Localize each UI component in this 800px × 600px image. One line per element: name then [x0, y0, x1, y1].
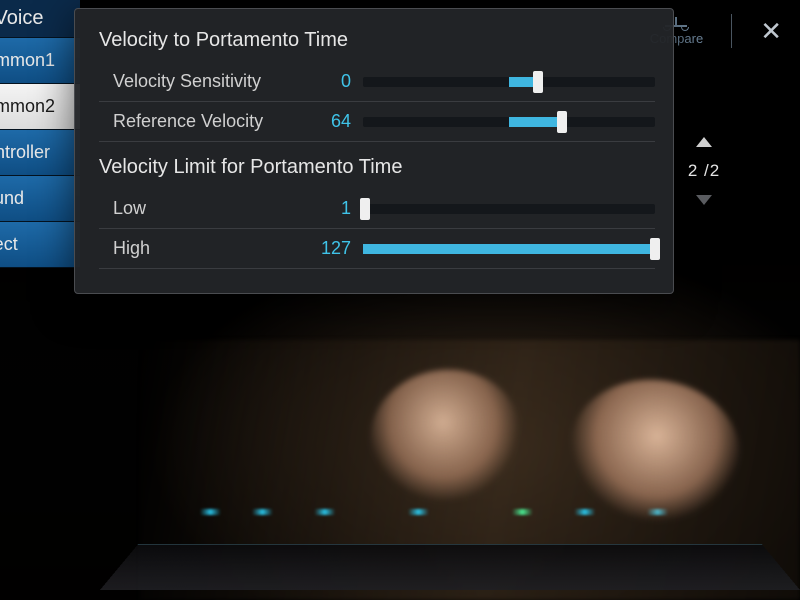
sidebar-item-label: Controller: [0, 142, 50, 163]
sidebar-item-effect[interactable]: Effect: [0, 222, 80, 268]
sidebar-header: Voice: [0, 0, 80, 38]
slider-low[interactable]: [363, 197, 655, 221]
sidebar-item-common1[interactable]: Common1: [0, 38, 80, 84]
sidebar: Voice Common1 Common2 Controller Sound E…: [0, 0, 80, 268]
sidebar-item-label: Common2: [0, 96, 55, 117]
param-row-velocity-sensitivity: Velocity Sensitivity 0: [99, 62, 655, 102]
param-label: Reference Velocity: [113, 111, 313, 132]
close-icon[interactable]: ✕: [760, 18, 782, 44]
param-row-low: Low 1: [99, 189, 655, 229]
sidebar-item-label: Effect: [0, 234, 18, 255]
param-label: Low: [113, 198, 313, 219]
param-row-high: High 127: [99, 229, 655, 269]
page-up-icon[interactable]: [696, 137, 712, 147]
param-row-reference-velocity: Reference Velocity 64: [99, 102, 655, 142]
slider-velocity-sensitivity[interactable]: [363, 70, 655, 94]
slider-high[interactable]: [363, 237, 655, 261]
sidebar-item-controller[interactable]: Controller: [0, 130, 80, 176]
page-indicator: 2 /2: [688, 161, 720, 181]
settings-panel: Velocity to Portamento Time Velocity Sen…: [74, 8, 674, 294]
param-label: High: [113, 238, 313, 259]
sidebar-item-sound[interactable]: Sound: [0, 176, 80, 222]
sidebar-item-common2[interactable]: Common2: [0, 84, 80, 130]
slider-reference-velocity[interactable]: [363, 110, 655, 134]
keybed: [100, 544, 800, 590]
sidebar-item-label: Sound: [0, 188, 24, 209]
page-down-icon[interactable]: [696, 195, 712, 205]
sidebar-item-label: Common1: [0, 50, 55, 71]
param-label: Velocity Sensitivity: [113, 71, 313, 92]
param-value[interactable]: 64: [313, 111, 363, 132]
page-navigator: 2 /2: [681, 137, 727, 205]
param-value[interactable]: 0: [313, 71, 363, 92]
divider: [731, 14, 732, 48]
param-value[interactable]: 127: [313, 238, 363, 259]
section-title-velocity-to-portamento: Velocity to Portamento Time: [99, 29, 655, 52]
section-title-velocity-limit: Velocity Limit for Portamento Time: [99, 156, 655, 179]
param-value[interactable]: 1: [313, 198, 363, 219]
